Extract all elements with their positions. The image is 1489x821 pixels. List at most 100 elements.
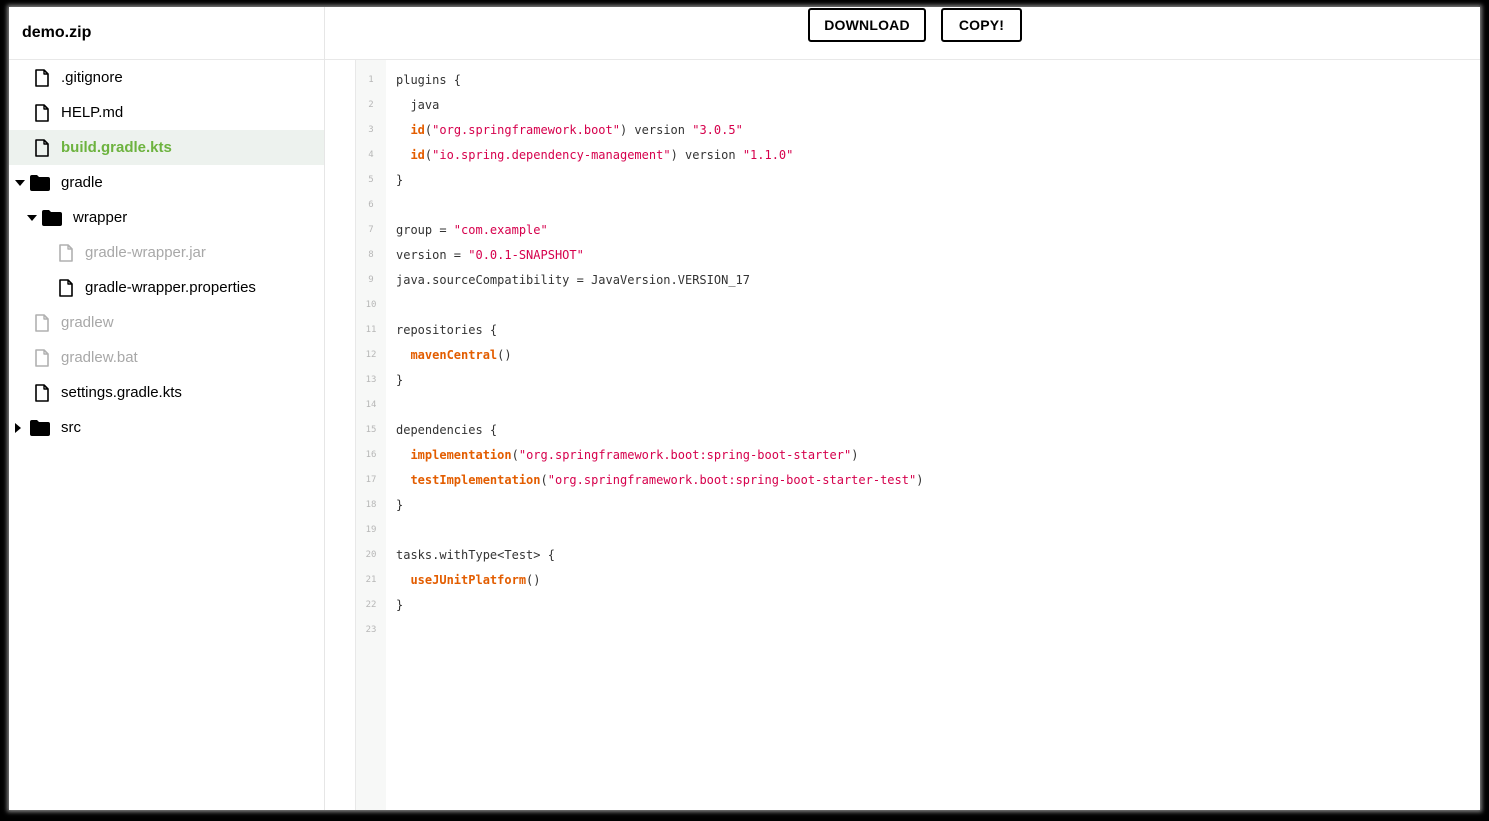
code-text: repositories { <box>396 323 498 337</box>
code-function: mavenCentral <box>410 348 498 362</box>
folder-icon <box>30 420 50 440</box>
code-line: repositories { <box>396 318 497 343</box>
line-number: 16 <box>365 450 377 460</box>
tree-file[interactable]: .gitignore <box>9 60 324 95</box>
code-function: testImplementation <box>410 473 541 487</box>
code-text: } <box>396 373 404 387</box>
code-viewer: DOWNLOAD COPY! 1 plugins {2 java 3 id("org… <box>325 7 1480 810</box>
line-number: 2 <box>368 100 374 110</box>
file-icon <box>35 69 49 91</box>
code-text: java.sourceCompatibility = JavaVersion.V… <box>396 273 751 287</box>
code-text: } <box>396 598 404 612</box>
code-string: "org.springframework.boot:spring-boot-st… <box>547 473 917 487</box>
copy-button[interactable]: COPY! <box>941 8 1022 42</box>
code-string: "3.0.5" <box>692 123 743 137</box>
line-number: 18 <box>365 500 377 510</box>
line-number: 9 <box>368 275 374 285</box>
tree-item-label: build.gradle.kts <box>61 139 172 156</box>
line-number: 23 <box>365 625 377 635</box>
project-name: demo.zip <box>9 7 324 60</box>
code-text: ) version <box>670 148 743 162</box>
line-number: 22 <box>365 600 377 610</box>
caret-down-icon[interactable] <box>27 215 37 221</box>
file-explorer: demo.zip .gitignore HELP.md build.gradle.k… <box>9 7 325 810</box>
line-number: 20 <box>365 550 377 560</box>
code-text: } <box>396 173 404 187</box>
code-text: ) <box>851 448 859 462</box>
code-text: tasks.withType<Test> { <box>396 548 555 562</box>
code-function: id <box>410 148 425 162</box>
tree-file[interactable]: settings.gradle.kts <box>9 375 324 410</box>
file-icon <box>35 384 49 406</box>
download-button[interactable]: DOWNLOAD <box>808 8 926 42</box>
code-text: () <box>526 573 541 587</box>
tree-folder[interactable]: gradle <box>9 165 324 200</box>
line-number: 3 <box>368 125 374 135</box>
tree-item-label: gradle-wrapper.jar <box>85 244 206 261</box>
code-editor[interactable]: 1 plugins {2 java 3 id("org.springframewor… <box>355 60 1480 810</box>
line-number: 10 <box>365 300 377 310</box>
code-string: "1.1.0" <box>742 148 794 162</box>
caret-right-icon[interactable] <box>15 423 21 433</box>
toolbar: DOWNLOAD COPY! <box>325 7 1480 60</box>
code-string: "com.example" <box>453 223 548 237</box>
tree-file[interactable]: gradle-wrapper.properties <box>9 270 324 305</box>
code-string: "org.springframework.boot:spring-boot-st… <box>518 448 852 462</box>
tree-item-label: gradlew <box>61 314 114 331</box>
line-number: 15 <box>365 425 377 435</box>
line-number: 12 <box>365 350 377 360</box>
line-number: 4 <box>368 150 374 160</box>
code-string: "0.0.1-SNAPSHOT" <box>468 248 584 262</box>
line-number: 11 <box>365 325 377 335</box>
tree-file[interactable]: HELP.md <box>9 95 324 130</box>
file-tree: .gitignore HELP.md build.gradle.kts gradle w… <box>9 60 324 445</box>
tree-file[interactable]: gradlew.bat <box>9 340 324 375</box>
tree-file[interactable]: gradle-wrapper.jar <box>9 235 324 270</box>
code-function: implementation <box>410 448 512 462</box>
code-line: } <box>396 493 403 518</box>
line-number: 7 <box>368 225 374 235</box>
file-icon <box>35 104 49 126</box>
code-function: id <box>410 123 425 137</box>
code-string: "io.spring.dependency-management" <box>432 148 671 162</box>
tree-file[interactable]: build.gradle.kts <box>9 130 324 165</box>
code-string: "org.springframework.boot" <box>432 123 620 137</box>
code-line: useJUnitPlatform() <box>396 568 541 593</box>
tree-item-label: gradle <box>61 174 103 191</box>
code-text: dependencies { <box>396 423 498 437</box>
code-text: java <box>396 98 440 112</box>
tree-item-label: settings.gradle.kts <box>61 384 182 401</box>
tree-folder[interactable]: src <box>9 410 324 445</box>
file-icon <box>59 279 73 301</box>
line-number: 14 <box>365 400 377 410</box>
code-text: () <box>497 348 512 362</box>
line-number: 6 <box>368 200 374 210</box>
code-text: group = <box>396 223 454 237</box>
code-line: tasks.withType<Test> { <box>396 543 555 568</box>
code-line: } <box>396 593 403 618</box>
line-number: 8 <box>368 250 374 260</box>
code-text: ) <box>916 473 924 487</box>
folder-icon <box>30 175 50 195</box>
caret-down-icon[interactable] <box>15 180 25 186</box>
code-function: useJUnitPlatform <box>410 573 527 587</box>
tree-folder[interactable]: wrapper <box>9 200 324 235</box>
tree-item-label: wrapper <box>73 209 128 226</box>
code-text: plugins { <box>396 73 462 87</box>
tree-file[interactable]: gradlew <box>9 305 324 340</box>
code-text: version = <box>396 248 469 262</box>
code-text: } <box>396 498 404 512</box>
code-text: ) version <box>619 123 693 137</box>
code-line: implementation("org.springframework.boot… <box>396 443 858 468</box>
tree-item-label: src <box>61 419 81 436</box>
line-number: 13 <box>365 375 377 385</box>
code-line: java <box>396 93 439 118</box>
tree-item-label: HELP.md <box>61 104 124 121</box>
code-line: java.sourceCompatibility = JavaVersion.V… <box>396 268 750 293</box>
line-number: 21 <box>365 575 377 585</box>
line-number: 17 <box>365 475 377 485</box>
